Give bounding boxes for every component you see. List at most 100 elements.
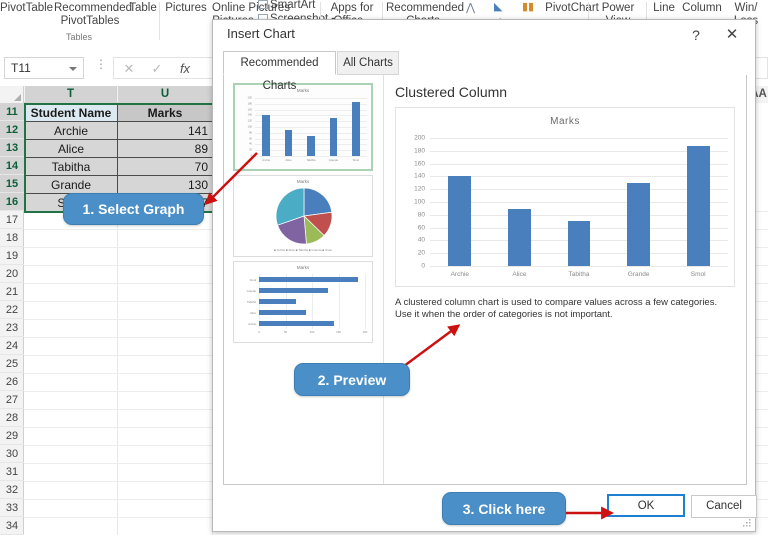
line-chart-icon[interactable]: ⋀ bbox=[466, 1, 475, 14]
row-header-33[interactable]: 33 bbox=[0, 499, 24, 517]
row-header-16[interactable]: 16 bbox=[0, 193, 24, 211]
ribbon-item-pictures[interactable]: Pictures bbox=[162, 2, 210, 15]
chart-y-tick: 100 bbox=[247, 125, 252, 129]
row-header-12[interactable]: 12 bbox=[0, 121, 24, 139]
table-row[interactable]: 141 bbox=[118, 122, 213, 140]
smartart-icon[interactable] bbox=[258, 0, 268, 9]
ribbon-item-recommended-pivottables[interactable]: Recommended PivotTables bbox=[54, 2, 132, 27]
row-header-14[interactable]: 14 bbox=[0, 157, 24, 175]
row-header-22[interactable]: 22 bbox=[0, 301, 24, 319]
more-options-icon[interactable]: ⋮ bbox=[95, 58, 107, 70]
row-header-21[interactable]: 21 bbox=[0, 283, 24, 301]
column-header-U[interactable]: U bbox=[118, 86, 213, 103]
column-chart-icon[interactable]: ▮▮ bbox=[522, 0, 534, 13]
chart-gridline bbox=[430, 189, 728, 191]
row-header-13[interactable]: 13 bbox=[0, 139, 24, 157]
area-chart-icon[interactable]: ◣ bbox=[494, 0, 502, 13]
chart-x-tick: 100 bbox=[309, 330, 315, 334]
recommended-charts-list[interactable]: Marks 0 20 40 60 80 100 120 140 160 180 200 Archie A… bbox=[224, 75, 384, 484]
row-header-23[interactable]: 23 bbox=[0, 319, 24, 337]
table-row[interactable]: Alice bbox=[25, 140, 118, 158]
row-header-15[interactable]: 15 bbox=[0, 175, 24, 193]
row-header-18[interactable]: 18 bbox=[0, 229, 24, 247]
ribbon-item-line-label: Line bbox=[653, 2, 675, 14]
chart-bar bbox=[567, 221, 591, 266]
chart-y-tick: Alice bbox=[249, 310, 256, 315]
chart-bar bbox=[508, 209, 531, 266]
help-icon[interactable]: ? bbox=[685, 24, 707, 46]
callout-preview-label: 2. Preview bbox=[317, 371, 387, 388]
row-header-28[interactable]: 28 bbox=[0, 409, 24, 427]
table-header-marks[interactable]: Marks bbox=[118, 104, 213, 122]
ribbon-item-table[interactable]: Table bbox=[128, 2, 158, 15]
chart-bar bbox=[351, 101, 360, 156]
chart-x-tick: Alice bbox=[512, 271, 527, 278]
tab-all-charts[interactable]: All Charts bbox=[337, 51, 399, 75]
formula-bar-buttons: ✕ ✓ fx bbox=[113, 57, 201, 79]
chart-y-tick: 160 bbox=[247, 108, 252, 112]
row-header-32[interactable]: 32 bbox=[0, 481, 24, 499]
chart-y-tick: 60 bbox=[249, 137, 252, 141]
chart-y-tick: 120 bbox=[414, 185, 425, 193]
row-header-11[interactable]: 11 bbox=[0, 103, 24, 121]
table-header-student-name[interactable]: Student Name bbox=[25, 104, 118, 122]
ribbon-item-pictures-label: Pictures bbox=[165, 2, 207, 14]
row-header-17[interactable]: 17 bbox=[0, 211, 24, 229]
table-row[interactable]: Archie bbox=[25, 122, 118, 140]
thumbnail-title: Marks bbox=[296, 88, 310, 93]
row-header-34[interactable]: 34 bbox=[0, 517, 24, 535]
enter-icon[interactable]: ✓ bbox=[143, 60, 171, 78]
dialog-titlebar: Insert Chart ? ✕ bbox=[213, 20, 755, 51]
insert-function-icon[interactable]: fx bbox=[171, 60, 199, 78]
thumbnail-title: Marks bbox=[296, 265, 310, 270]
row-header-31[interactable]: 31 bbox=[0, 463, 24, 481]
dialog-body: Marks 0 20 40 60 80 100 120 140 160 180 200 Archie A… bbox=[223, 75, 747, 485]
column-header-T-label: T bbox=[66, 88, 75, 100]
chart-bar bbox=[284, 130, 293, 156]
chart-gridline bbox=[255, 98, 367, 99]
column-header-T[interactable]: T bbox=[25, 86, 117, 103]
chart-description-line1: A clustered column chart is used to comp… bbox=[395, 297, 718, 308]
table-row[interactable]: Tabitha bbox=[25, 158, 118, 176]
chart-gridline bbox=[255, 115, 367, 117]
row-header-30[interactable]: 30 bbox=[0, 445, 24, 463]
cancel-button[interactable]: Cancel bbox=[691, 495, 757, 518]
ribbon-item-column-label: Column bbox=[682, 2, 722, 14]
select-all-corner[interactable] bbox=[0, 86, 24, 103]
row-header-24[interactable]: 24 bbox=[0, 337, 24, 355]
ribbon-item-online-pictures-label: Online Pictures bbox=[212, 2, 290, 14]
name-box[interactable]: T11 bbox=[4, 57, 84, 79]
chevron-down-icon[interactable] bbox=[69, 67, 77, 71]
cancel-icon[interactable]: ✕ bbox=[115, 60, 143, 78]
tab-recommended-charts[interactable]: Recommended Charts bbox=[223, 51, 336, 92]
row-header-26[interactable]: 26 bbox=[0, 373, 24, 391]
chart-gridline bbox=[430, 214, 728, 216]
dialog-tabstrip: Recommended Charts All Charts bbox=[213, 51, 755, 92]
excel-window: PivotTable Recommended PivotTables Table … bbox=[0, 0, 768, 535]
ribbon-item-smartart[interactable]: SmartArt bbox=[270, 0, 318, 12]
chart-bar bbox=[259, 310, 307, 315]
chart-x-tick: Grande bbox=[627, 271, 650, 278]
arrow-click-here bbox=[565, 506, 615, 520]
chart-y-tick: 200 bbox=[247, 96, 252, 100]
row-header-20[interactable]: 20 bbox=[0, 265, 24, 283]
ribbon-item-column-sparkline[interactable]: Column bbox=[680, 2, 724, 15]
callout-preview: 2. Preview bbox=[294, 363, 410, 396]
row-header-19[interactable]: 19 bbox=[0, 247, 24, 265]
chart-bar bbox=[307, 135, 315, 156]
row-header-25[interactable]: 25 bbox=[0, 355, 24, 373]
chart-x-tick: 150 bbox=[336, 330, 341, 334]
arrow-select-graph bbox=[204, 152, 258, 206]
ribbon-item-pivottable[interactable]: PivotTable bbox=[0, 2, 53, 15]
ribbon-item-line-sparkline[interactable]: Line bbox=[650, 2, 678, 15]
row-header-29[interactable]: 29 bbox=[0, 427, 24, 445]
row-header-27[interactable]: 27 bbox=[0, 391, 24, 409]
ok-button-label: OK bbox=[637, 500, 655, 512]
chart-y-tick: 140 bbox=[247, 113, 252, 117]
resize-grip-icon[interactable] bbox=[743, 519, 752, 528]
table-row[interactable]: Grande bbox=[25, 176, 118, 194]
close-icon[interactable]: ✕ bbox=[717, 24, 747, 46]
bar-thumbnail[interactable]: Marks 0 50 100 150 200 Archie Alice Tabitha Gran… bbox=[233, 261, 373, 343]
chart-gridline bbox=[430, 138, 728, 139]
tab-all-charts-label: All Charts bbox=[343, 57, 393, 69]
